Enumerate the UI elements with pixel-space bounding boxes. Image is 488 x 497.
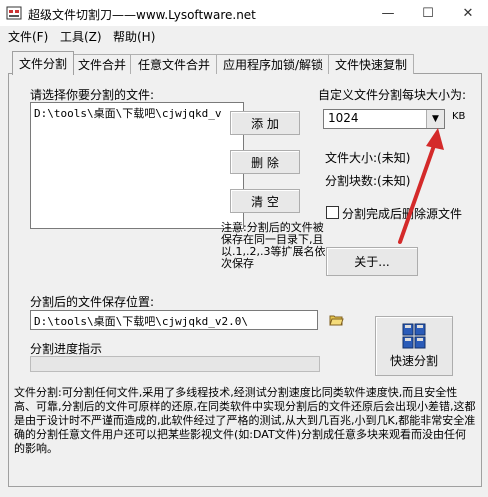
block-size-value: 1024 bbox=[328, 111, 359, 125]
quick-split-label: 快速分割 bbox=[389, 354, 438, 368]
file-listbox[interactable]: D:\tools\桌面\下载吧\cjwjqkd_v bbox=[30, 102, 244, 229]
folder-icon[interactable] bbox=[329, 313, 344, 326]
app-icon bbox=[6, 6, 22, 20]
note-text: 注意:分割后的文件被保存在同一目录下,且以.1,.2,.3等扩展名依次保存 bbox=[221, 221, 326, 270]
tab-file-split[interactable]: 文件分割 bbox=[12, 51, 74, 75]
select-file-label: 请选择你要分割的文件: bbox=[30, 88, 155, 102]
annotation-arrow-icon bbox=[398, 128, 444, 244]
close-button[interactable]: ✕ bbox=[448, 0, 488, 26]
progress-label: 分割进度指示 bbox=[30, 342, 103, 356]
split-disk-icon bbox=[402, 323, 426, 349]
delete-source-checkbox[interactable] bbox=[326, 206, 339, 219]
menu-tools[interactable]: 工具(Z) bbox=[60, 28, 102, 45]
delete-button[interactable]: 删 除 bbox=[230, 150, 300, 174]
clear-button[interactable]: 清 空 bbox=[230, 189, 300, 213]
minimize-button[interactable]: — bbox=[368, 0, 408, 26]
about-button[interactable]: 关于... bbox=[326, 247, 418, 276]
description-text: 文件分割:可分割任何文件,采用了多线程技术,经测试分割速度比同类软件速度快,而且… bbox=[14, 386, 476, 455]
quick-split-button[interactable]: 快速分割 bbox=[375, 316, 453, 376]
tab-file-merge[interactable]: 文件合并 bbox=[72, 54, 132, 74]
save-path-field[interactable]: D:\tools\桌面\下载吧\cjwjqkd_v2.0\ bbox=[30, 310, 318, 330]
window-title: 超级文件切割刀——www.Lysoftware.net bbox=[28, 8, 256, 22]
save-location-label: 分割后的文件保存位置: bbox=[30, 295, 155, 309]
maximize-button[interactable]: ☐ bbox=[408, 0, 448, 26]
list-item[interactable]: D:\tools\桌面\下载吧\cjwjqkd_v bbox=[34, 105, 221, 121]
menu-file[interactable]: 文件(F) bbox=[8, 28, 48, 45]
menu-help[interactable]: 帮助(H) bbox=[113, 28, 155, 45]
tab-app-lock[interactable]: 应用程序加锁/解锁 bbox=[216, 54, 330, 74]
add-button[interactable]: 添 加 bbox=[230, 111, 300, 135]
block-unit: KB bbox=[452, 111, 466, 122]
save-path-value: D:\tools\桌面\下载吧\cjwjqkd_v2.0\ bbox=[34, 315, 248, 328]
tab-fast-copy[interactable]: 文件快速复制 bbox=[328, 54, 414, 74]
custom-size-label: 自定义文件分割每块大小为: bbox=[318, 88, 467, 102]
tab-any-file-merge[interactable]: 任意文件合并 bbox=[130, 54, 218, 74]
progress-bar bbox=[30, 356, 320, 372]
